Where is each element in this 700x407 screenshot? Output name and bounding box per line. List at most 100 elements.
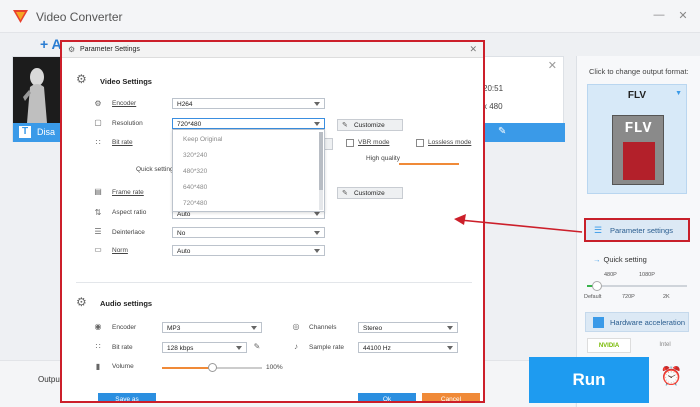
channels-label: Channels (309, 324, 337, 331)
intel-logo: Intel (659, 342, 671, 348)
qs-label-1080p: 1080P (639, 272, 655, 278)
audio-bitrate-label: Bit rate (112, 344, 133, 351)
video-settings-heading: Video Settings (100, 77, 152, 86)
video-thumbnail[interactable] (13, 57, 61, 123)
norm-label: Norm (112, 247, 128, 254)
format-name: FLV (627, 90, 647, 101)
hardware-acceleration-label: Hardware acceleration (610, 318, 686, 327)
high-quality-label: High quality (366, 155, 400, 162)
dropdown-scrollbar[interactable] (319, 132, 323, 210)
chevron-down-icon (447, 346, 453, 350)
frame-rate-icon: ▤ (94, 187, 102, 196)
channels-dropdown[interactable]: Stereo (358, 322, 458, 333)
aspect-ratio-icon: ⇅ (94, 208, 102, 217)
subtitle-icon: T (19, 126, 31, 138)
bitrate-label: Bit rate (112, 139, 133, 146)
section-divider (76, 282, 472, 283)
resolution-dropdown[interactable]: 720*480 (172, 118, 325, 129)
chevron-down-icon (314, 122, 320, 126)
sample-rate-label: Sample rate (309, 344, 345, 351)
quick-setting-slider[interactable] (587, 285, 687, 287)
remove-file-icon[interactable]: ✕ (548, 59, 557, 72)
audio-encoder-value: MP3 (167, 324, 181, 332)
lossless-mode-checkbox[interactable] (416, 139, 424, 147)
pencil-icon[interactable]: ✎ (251, 342, 263, 351)
quick-setting-heading: → Quick setting (593, 255, 647, 264)
quick-setting-text: Quick setting (603, 255, 647, 264)
nvidia-logo: NVIDIA (587, 338, 631, 353)
chevron-down-icon (251, 326, 257, 330)
resolution-text: x 480 (483, 102, 503, 111)
hardware-acceleration-button[interactable]: Hardware acceleration (585, 312, 689, 332)
quick-setting-icon: → (593, 255, 601, 264)
settings-icon: ⚙ (68, 45, 76, 54)
chevron-down-icon (314, 102, 320, 106)
vbr-mode-checkbox[interactable] (346, 139, 354, 147)
output-panel: Click to change output format: FLV ▼ FLV… (576, 56, 700, 407)
resolution-value: 720*480 (177, 120, 202, 128)
minimize-button[interactable]: — (652, 9, 666, 21)
audio-encoder-dropdown[interactable]: MP3 (162, 322, 262, 333)
resolution-options-list: Keep Original 320*240 480*320 640*480 72… (172, 129, 325, 212)
resolution-option[interactable]: 480*320 (183, 168, 207, 175)
parameter-settings-button[interactable]: ☰ Parameter settings (584, 218, 690, 242)
chip-icon (593, 317, 604, 328)
customize-resolution-button[interactable]: ✎ Customize (337, 119, 403, 131)
audio-settings-heading: Audio settings (100, 299, 153, 308)
scrollbar-thumb[interactable] (319, 132, 323, 190)
customize-frame-rate-button[interactable]: ✎ Customize (337, 187, 403, 199)
deinterlace-dropdown[interactable]: No (172, 227, 325, 238)
volume-knob[interactable] (208, 363, 217, 372)
vbr-mode-label: VBR mode (358, 139, 390, 146)
sample-rate-dropdown[interactable]: 44100 Hz (358, 342, 458, 353)
aspect-ratio-label: Aspect ratio (112, 209, 147, 216)
output-folder-label: Outpu (38, 375, 60, 384)
resolution-option[interactable]: 320*240 (183, 152, 207, 159)
film-strip-icon (623, 142, 655, 180)
dialog-title: Parameter Settings (80, 46, 140, 53)
norm-icon: ▭ (94, 245, 102, 254)
output-format-selector[interactable]: FLV ▼ FLV (587, 84, 687, 194)
resolution-option[interactable]: 640*480 (183, 184, 207, 191)
app-logo-icon (13, 10, 28, 23)
add-files-button[interactable]: + A (40, 36, 62, 52)
parameter-settings-label: Parameter settings (610, 226, 673, 235)
customize-label: Customize (354, 122, 385, 129)
qs-label-default: Default (584, 294, 602, 300)
deinterlace-value: No (177, 229, 186, 237)
run-button[interactable]: Run (529, 357, 649, 403)
title-bar: Video Converter — ✕ (0, 0, 700, 33)
cancel-button[interactable]: Cancel (422, 393, 480, 401)
qs-label-2k: 2K (663, 294, 670, 300)
encoder-value: H264 (177, 100, 193, 108)
ok-button[interactable]: Ok (358, 393, 416, 401)
audio-bitrate-value: 128 kbps (167, 344, 194, 352)
duration-text: 20:51 (483, 84, 504, 93)
bitrate-icon: ∷ (95, 138, 101, 147)
pencil-icon: ✎ (342, 122, 348, 129)
edit-icon[interactable]: ✎ (498, 126, 506, 137)
audio-encoder-icon: ◉ (94, 322, 102, 331)
volume-label: Volume (112, 363, 134, 370)
save-as-button[interactable]: Save as (98, 393, 156, 401)
quality-slider[interactable] (399, 163, 459, 165)
encoder-dropdown[interactable]: H264 (172, 98, 325, 109)
audio-bitrate-dropdown[interactable]: 128 kbps (162, 342, 247, 353)
subtitle-label[interactable]: Disa (37, 127, 55, 137)
deinterlace-icon: ☰ (94, 227, 102, 236)
format-hint: Click to change output format: (589, 67, 689, 76)
dialog-close-icon[interactable]: ✕ (469, 44, 477, 55)
resolution-option[interactable]: Keep Original (183, 136, 222, 143)
channels-value: Stereo (363, 324, 383, 332)
chevron-down-icon (314, 249, 320, 253)
lossless-mode-label: Lossless mode (428, 139, 472, 146)
alarm-clock-icon[interactable]: ⏰ (660, 366, 682, 387)
resolution-option[interactable]: 720*480 (183, 200, 207, 207)
norm-value: Auto (177, 247, 191, 255)
chevron-down-icon (314, 212, 320, 216)
norm-dropdown[interactable]: Auto (172, 245, 325, 256)
quick-setting-knob[interactable] (592, 281, 602, 291)
close-window-button[interactable]: ✕ (676, 9, 690, 22)
qs-label-480p: 480P (604, 272, 617, 278)
audio-encoder-label: Encoder (112, 324, 137, 331)
